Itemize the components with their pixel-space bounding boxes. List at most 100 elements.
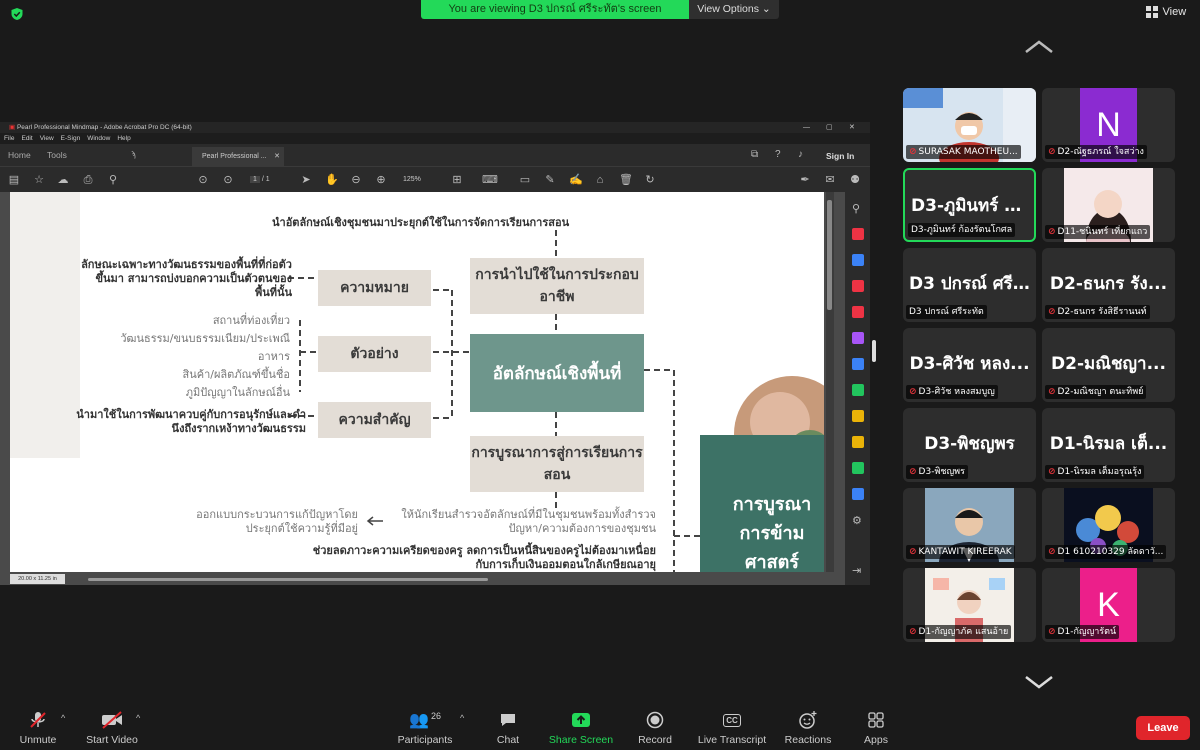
stamp-icon[interactable]: ⌂ [594, 174, 606, 186]
comment-icon[interactable]: ▭ [519, 174, 531, 186]
upload-icon[interactable]: ☁ [57, 174, 69, 186]
participant-tile[interactable]: K ⊘ D1-กัญญารัตน์ [1042, 568, 1175, 642]
participant-name: D1-กัญญารัตน์ [1057, 627, 1117, 637]
participant-tile[interactable]: D3-พิชญพร ⊘ D3-พิชญพร [903, 408, 1036, 482]
apps-button[interactable]: Apps [858, 710, 894, 746]
teacher-stress-text: ช่วยลดภาวะความเครียดของครู ลดการเป็นหนี้… [312, 544, 656, 571]
page-number[interactable]: 1 / 1 [250, 176, 270, 183]
horizontal-scrollbar[interactable] [88, 578, 488, 581]
participant-tile[interactable]: ⊘ KANTAWIT KIREERAK [903, 488, 1036, 562]
send-review-icon[interactable] [852, 358, 864, 370]
participant-tile[interactable]: ⊘ D1-กัญญาภัค แสนอ้าย [903, 568, 1036, 642]
page-current[interactable]: 1 [250, 176, 260, 183]
live-transcript-button[interactable]: CC Live Transcript [694, 710, 770, 746]
participant-tile[interactable]: D2-มณิชญา... ⊘ D2-มณิชญา ตนะทิพย์ [1042, 328, 1175, 402]
more-tools-icon[interactable]: ⚙ [852, 514, 864, 527]
print-icon[interactable]: ⎙ [82, 174, 94, 186]
keyboard-icon[interactable]: ⌨ [482, 174, 498, 186]
leave-button[interactable]: Leave [1136, 716, 1190, 740]
participant-tile[interactable]: N ⊘ D2-ณัฐธภรณ์ ใจสว่าง [1042, 88, 1175, 162]
menu-window[interactable]: Window [87, 133, 110, 144]
vertical-scrollbar[interactable] [826, 192, 834, 572]
star-icon[interactable]: ☆ [33, 174, 45, 186]
protect-icon[interactable] [852, 488, 864, 500]
print-production-icon[interactable] [852, 462, 864, 474]
tab-document[interactable]: Pearl Professional ... ✕ [192, 147, 284, 166]
zoom-out-icon[interactable]: ⊖ [350, 174, 362, 186]
participant-tile[interactable]: ⊘ D11-ชนินทร์ เที่ยกแถว [1042, 168, 1175, 242]
participant-tile[interactable]: ⊘ SURASAK MAOTHEU... [903, 88, 1036, 162]
stamp-tool-icon[interactable] [852, 436, 864, 448]
account-icon[interactable]: ⚉ [849, 174, 861, 186]
fill-sign-icon[interactable] [852, 332, 864, 344]
record-button[interactable]: Record [632, 710, 678, 746]
security-shield-icon[interactable] [10, 7, 24, 21]
export-pdf-icon[interactable] [852, 228, 864, 240]
scroll-tabs-icon[interactable]: ϡ [131, 150, 136, 159]
menu-file[interactable]: File [4, 133, 14, 144]
participant-tile[interactable]: D2-ธนกร รัง... ⊘ D2-ธนกร รังสิธีรานนท์ [1042, 248, 1175, 322]
participants-button[interactable]: 👥 26 Participants [393, 710, 457, 746]
zoom-in-icon[interactable]: ⊕ [375, 174, 387, 186]
microphone-muted-icon: ⊘ [909, 547, 917, 557]
page-up-icon[interactable]: ⊙ [197, 174, 209, 186]
document-area[interactable]: นำอัตลักษณ์เชิงชุมชนมาประยุกต์ใช้ในการจั… [0, 192, 845, 585]
participant-name: D11-ชนินทร์ เที่ยกแถว [1057, 227, 1148, 237]
create-pdf-icon[interactable] [852, 254, 864, 266]
menu-help[interactable]: Help [117, 133, 130, 144]
select-cursor-icon[interactable]: ➤ [300, 174, 312, 186]
participant-tile[interactable]: D1-นิรมล เต็... ⊘ D1-นิรมล เต็มอรุณรุ้ง [1042, 408, 1175, 482]
sign-icon[interactable]: ✒ [799, 174, 811, 186]
participant-tile[interactable]: D3-ศิวัช หลง... ⊘ D3-ศิวัช หลงสมบูญ [903, 328, 1036, 402]
edit-pdf-icon[interactable] [852, 280, 864, 292]
video-options-caret-icon[interactable]: ^ [136, 713, 140, 723]
unmute-button[interactable]: Unmute [14, 710, 62, 746]
participants-caret-icon[interactable]: ^ [460, 713, 464, 723]
comment-tool-icon[interactable] [852, 410, 864, 422]
menu-view[interactable]: View [40, 133, 54, 144]
scrollbar-thumb[interactable] [827, 200, 832, 310]
chevron-down-icon[interactable] [1024, 675, 1054, 689]
sign-in-button[interactable]: Sign In [826, 151, 854, 161]
split-handle[interactable] [872, 340, 876, 362]
organize-pages-icon[interactable] [852, 384, 864, 396]
participant-tile[interactable]: ⊘ D1 610210329 ลัดดาวั... [1042, 488, 1175, 562]
chat-button[interactable]: Chat [490, 710, 526, 746]
delete-icon[interactable]: 🗑 [619, 174, 633, 186]
view-options-button[interactable]: View Options ⌄ [689, 0, 779, 19]
zoom-level[interactable]: 125% [403, 176, 421, 183]
rotate-icon[interactable]: ↻ [644, 174, 656, 186]
search-icon[interactable]: ⚲ [107, 174, 119, 186]
highlight-icon[interactable]: ✍ [569, 174, 583, 186]
menu-esign[interactable]: E-Sign [61, 133, 81, 144]
participant-tile[interactable]: D3-ภูมินทร์ ก้... D3-ภูมินทร์ ก้องรัตนโกศ… [903, 168, 1036, 242]
combine-files-icon[interactable] [852, 306, 864, 318]
page-down-icon[interactable]: ⊙ [222, 174, 234, 186]
close-tab-icon[interactable]: ✕ [274, 147, 280, 166]
participant-name-tag: ⊘ D1 610210329 ลัดดาวั... [1045, 545, 1167, 559]
start-video-button[interactable]: Start Video [82, 710, 142, 746]
search-icon[interactable]: ⚲ [852, 202, 864, 215]
audio-options-caret-icon[interactable]: ^ [61, 713, 65, 723]
pen-icon[interactable]: ✎ [544, 174, 556, 186]
fit-page-icon[interactable]: ⊞ [451, 174, 463, 186]
chevron-up-icon[interactable] [1024, 40, 1054, 54]
hand-tool-icon[interactable]: ✋ [325, 174, 339, 186]
participant-tile[interactable]: D3 ปกรณ์ ศรี... D3 ปกรณ์ ศรีระทัต [903, 248, 1036, 322]
close-icon[interactable]: ✕ [849, 122, 855, 133]
menu-edit[interactable]: Edit [21, 133, 32, 144]
share-screen-button[interactable]: Share Screen [546, 710, 616, 746]
bell-icon[interactable]: ♪ [798, 149, 803, 160]
reactions-button[interactable]: Reactions [782, 710, 834, 746]
help-icon[interactable]: ? [775, 149, 781, 160]
save-icon[interactable]: ▤ [8, 174, 20, 186]
share-screen-icon[interactable]: ⧉ [751, 149, 758, 160]
view-button[interactable]: View [1146, 6, 1186, 18]
minimize-icon[interactable]: — [803, 122, 810, 133]
tab-home[interactable]: Home [8, 150, 31, 160]
chevron-down-icon: ⌄ [761, 3, 771, 15]
tab-tools[interactable]: Tools [47, 150, 67, 160]
email-icon[interactable]: ✉ [824, 174, 836, 186]
maximize-icon[interactable]: ▢ [826, 122, 833, 133]
collapse-pane-icon[interactable]: ⇥ [852, 564, 864, 577]
